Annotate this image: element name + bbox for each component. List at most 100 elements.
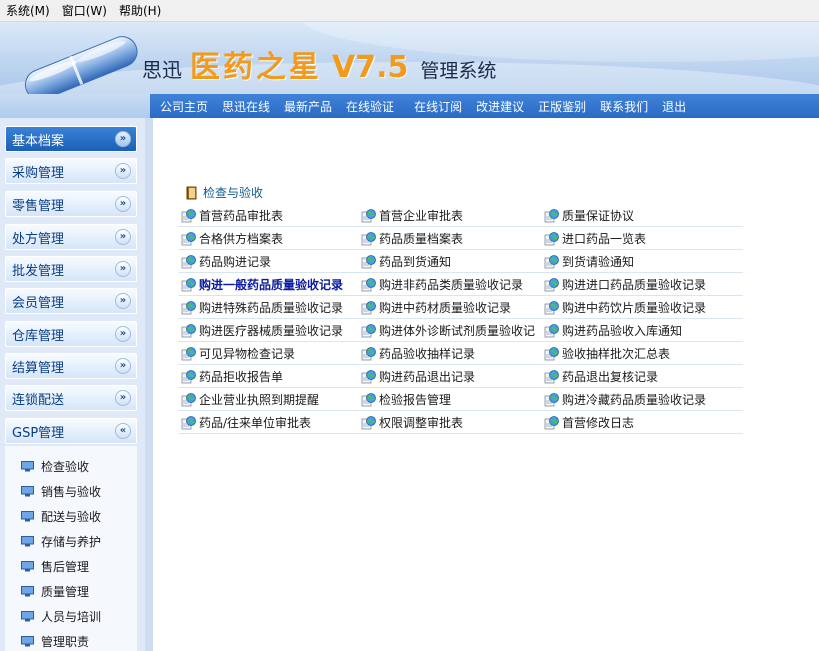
form-link[interactable]: 购进冷藏药品质量验收记录 [544, 388, 706, 410]
form-link[interactable]: 药品购进记录 [181, 250, 271, 272]
document-globe-icon [544, 392, 559, 406]
sidebar-category-warehouse[interactable]: 仓库管理 » [5, 321, 137, 347]
table-row: 药品购进记录 药品到货通知 到货请验通知 [178, 250, 743, 273]
monitor-icon [21, 511, 34, 522]
category-label: GSP管理 [12, 425, 65, 441]
form-link[interactable]: 购进药品退出记录 [361, 365, 475, 387]
nav-online[interactable]: 思迅在线 [222, 98, 270, 115]
chevron-down-icon[interactable]: » [115, 358, 131, 374]
form-link[interactable]: 权限调整审批表 [361, 411, 463, 433]
nav-suggestions[interactable]: 改进建议 [476, 98, 524, 115]
document-globe-icon [544, 369, 559, 383]
sidebar-category-retail[interactable]: 零售管理 » [5, 191, 137, 217]
form-link[interactable]: 购进医疗器械质量验收记录 [181, 319, 343, 341]
nav-contact[interactable]: 联系我们 [600, 98, 648, 115]
sidebar-item-sales[interactable]: 销售与验收 [21, 483, 101, 500]
form-link[interactable]: 可见异物检查记录 [181, 342, 295, 364]
chevron-down-icon[interactable]: » [115, 261, 131, 277]
form-link[interactable]: 药品退出复核记录 [544, 365, 658, 387]
document-globe-icon [544, 277, 559, 291]
form-link[interactable]: 首营企业审批表 [361, 204, 463, 226]
sidebar-item-label: 质量管理 [41, 585, 90, 599]
chevron-down-icon[interactable]: » [115, 390, 131, 406]
form-link[interactable]: 药品拒收报告单 [181, 365, 283, 387]
form-link-label: 到货请验通知 [562, 254, 635, 269]
document-globe-icon [181, 415, 196, 429]
nav-home[interactable]: 公司主页 [160, 98, 208, 115]
nav-new-products[interactable]: 最新产品 [284, 98, 332, 115]
form-link[interactable]: 检验报告管理 [361, 388, 451, 410]
form-link[interactable]: 药品/往来单位审批表 [181, 411, 311, 433]
chevron-down-icon[interactable]: » [115, 163, 131, 179]
form-link[interactable]: 药品验收抽样记录 [361, 342, 475, 364]
form-link[interactable]: 药品质量档案表 [361, 227, 463, 249]
document-globe-icon [544, 300, 559, 314]
sidebar-item-quality[interactable]: 质量管理 [21, 583, 89, 600]
menu-system[interactable]: 系统(M) [0, 0, 56, 22]
form-link[interactable]: 购进进口药品质量验收记录 [544, 273, 706, 295]
form-link[interactable]: 到货请验通知 [544, 250, 634, 272]
chevron-down-icon[interactable]: » [115, 229, 131, 245]
document-globe-icon [181, 392, 196, 406]
sidebar-category-purchase[interactable]: 采购管理 » [5, 158, 137, 184]
brand-name: 医药之星 [190, 50, 322, 85]
chevron-down-icon[interactable]: » [115, 326, 131, 342]
sidebar-item-duties[interactable]: 管理职责 [21, 633, 89, 650]
document-globe-icon [181, 208, 196, 222]
form-link[interactable]: 质量保证协议 [544, 204, 634, 226]
sidebar-item-storage[interactable]: 存储与养护 [21, 533, 101, 550]
chevron-up-icon[interactable]: « [115, 423, 131, 439]
form-link[interactable]: 购进药品验收入库通知 [544, 319, 682, 341]
form-link[interactable]: 进口药品一览表 [544, 227, 646, 249]
form-link-label: 药品拒收报告单 [199, 369, 284, 384]
table-row: 购进特殊药品质量验收记录 购进中药材质量验收记录 购进中药饮片质量验收记录 [178, 296, 743, 319]
sidebar-item-delivery[interactable]: 配送与验收 [21, 508, 101, 525]
table-row: 企业营业执照到期提醒 检验报告管理 购进冷藏药品质量验收记录 [178, 388, 743, 411]
sidebar-category-prescription[interactable]: 处方管理 » [5, 224, 137, 250]
sidebar-category-wholesale[interactable]: 批发管理 » [5, 256, 137, 282]
form-link[interactable]: 购进一般药品质量验收记录 [181, 273, 343, 295]
sidebar-category-gsp[interactable]: GSP管理 « [5, 418, 137, 444]
form-link[interactable]: 首营药品审批表 [181, 204, 283, 226]
nav-online-verify[interactable]: 在线验证 [346, 98, 394, 115]
form-link[interactable]: 购进中药饮片质量验收记录 [544, 296, 706, 318]
category-label: 基本档案 [12, 133, 65, 149]
chevron-down-icon[interactable]: » [115, 131, 131, 147]
form-link[interactable]: 购进体外诊断试剂质量验收记 [361, 319, 535, 341]
nav-genuine-check[interactable]: 正版鉴别 [538, 98, 586, 115]
form-link[interactable]: 合格供方档案表 [181, 227, 283, 249]
form-link[interactable]: 购进特殊药品质量验收记录 [181, 296, 343, 318]
chevron-down-icon[interactable]: » [115, 196, 131, 212]
sidebar-category-member[interactable]: 会员管理 » [5, 288, 137, 314]
form-link[interactable]: 企业营业执照到期提醒 [181, 388, 319, 410]
form-link-label: 权限调整审批表 [379, 415, 464, 430]
document-globe-icon [361, 277, 376, 291]
form-link-label: 可见异物检查记录 [199, 346, 296, 361]
sidebar-item-inspection[interactable]: 检查验收 [21, 458, 89, 475]
sidebar-category-chain-delivery[interactable]: 连锁配送 » [5, 385, 137, 411]
menu-window[interactable]: 窗口(W) [56, 0, 113, 22]
sidebar-category-settlement[interactable]: 结算管理 » [5, 353, 137, 379]
form-link[interactable]: 购进中药材质量验收记录 [361, 296, 511, 318]
document-globe-icon [361, 254, 376, 268]
pane-divider[interactable] [145, 118, 153, 651]
form-link-label: 验收抽样批次汇总表 [562, 346, 671, 361]
table-row: 购进医疗器械质量验收记录 购进体外诊断试剂质量验收记 购进药品验收入库通知 [178, 319, 743, 342]
nav-online-subscribe[interactable]: 在线订阅 [414, 98, 462, 115]
sidebar-item-after-sales[interactable]: 售后管理 [21, 558, 89, 575]
sidebar-category-basic-files[interactable]: 基本档案 » [5, 126, 137, 152]
sidebar-item-label: 存储与养护 [41, 535, 102, 549]
sidebar-item-training[interactable]: 人员与培训 [21, 608, 101, 625]
menu-help[interactable]: 帮助(H) [113, 0, 167, 22]
document-globe-icon [181, 254, 196, 268]
document-globe-icon [544, 415, 559, 429]
document-globe-icon [544, 254, 559, 268]
category-label: 处方管理 [12, 231, 65, 247]
chevron-down-icon[interactable]: » [115, 293, 131, 309]
form-link[interactable]: 购进非药品类质量验收记录 [361, 273, 523, 295]
form-link[interactable]: 首营修改日志 [544, 411, 634, 433]
nav-exit[interactable]: 退出 [662, 98, 686, 115]
document-globe-icon [544, 346, 559, 360]
form-link[interactable]: 药品到货通知 [361, 250, 451, 272]
form-link[interactable]: 验收抽样批次汇总表 [544, 342, 670, 364]
